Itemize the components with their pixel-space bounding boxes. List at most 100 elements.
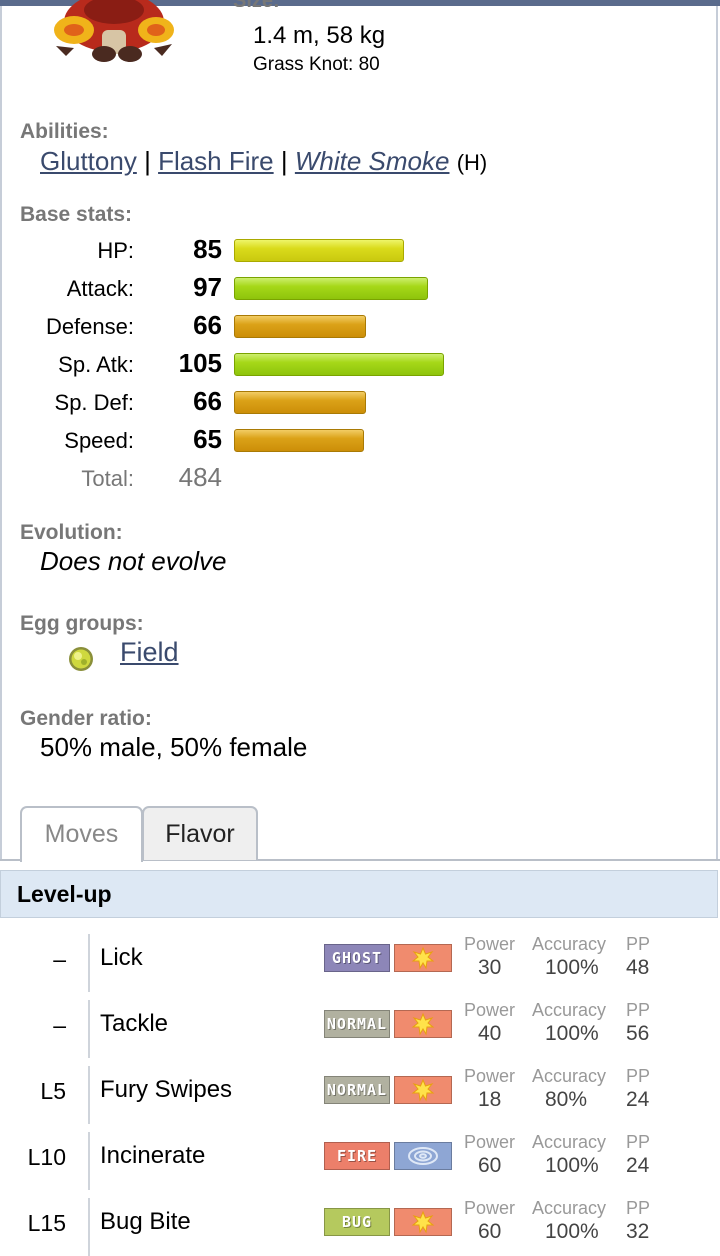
power-header: Power	[464, 934, 516, 954]
type-badge-ghost: GHOST	[324, 944, 390, 972]
move-pp: 56	[626, 1022, 650, 1045]
move-name: Lick	[100, 944, 143, 971]
stat-value: 97	[193, 272, 222, 302]
pp-header: PP	[626, 1198, 651, 1218]
stat-bar	[234, 353, 444, 376]
move-name: Tackle	[100, 1010, 169, 1037]
stat-value: 65	[193, 424, 222, 454]
pp-header: PP	[626, 934, 651, 954]
stat-value: 85	[193, 234, 222, 264]
stat-bar	[234, 315, 366, 338]
ability-separator: |	[280, 146, 288, 176]
type-badge-normal: NORMAL	[324, 1010, 390, 1038]
ability-link-gluttony[interactable]: Gluttony	[40, 146, 137, 176]
hidden-ability-marker: (H)	[456, 150, 488, 175]
move-row[interactable]: – Lick GHOST Power 30 Accuracy 100% PP 4…	[0, 926, 720, 992]
stat-bar	[234, 429, 364, 452]
pp-header: PP	[626, 1000, 651, 1020]
stat-name: Sp. Atk:	[58, 352, 134, 377]
physical-category-icon	[394, 1010, 452, 1038]
accuracy-header: Accuracy	[532, 934, 607, 954]
physical-category-icon	[394, 1208, 452, 1236]
move-accuracy: 80%	[545, 1088, 588, 1111]
section-title: Level-up	[17, 881, 112, 907]
power-header: Power	[464, 1066, 516, 1086]
move-pp: 48	[626, 956, 650, 979]
move-level: –	[53, 1012, 66, 1038]
move-power: 18	[478, 1088, 502, 1111]
accuracy-header: Accuracy	[532, 1198, 607, 1218]
move-divider	[88, 934, 90, 992]
level-up-section-header: Level-up	[0, 870, 718, 918]
stat-value: 66	[193, 386, 222, 416]
active-tab-gap	[22, 859, 141, 861]
stat-value: 66	[193, 310, 222, 340]
power-header: Power	[464, 1198, 516, 1218]
stat-row-speed: Speed: 65	[0, 424, 720, 460]
gender-ratio-label: Gender ratio:	[20, 707, 152, 730]
grass-knot-power: Grass Knot: 80	[253, 54, 380, 75]
move-accuracy: 100%	[545, 1022, 599, 1045]
stat-name: Sp. Def:	[54, 390, 134, 415]
stat-name: HP:	[97, 238, 134, 263]
tab-flavor[interactable]: Flavor	[142, 806, 258, 860]
move-accuracy: 100%	[545, 956, 599, 979]
stat-name: Attack:	[66, 276, 134, 301]
pokemon-sprite-image	[54, 0, 174, 62]
move-name: Bug Bite	[100, 1208, 191, 1235]
physical-category-icon	[394, 944, 452, 972]
physical-category-icon	[394, 1076, 452, 1104]
abilities-list: Gluttony | Flash Fire | White Smoke (H)	[40, 146, 487, 177]
move-name: Fury Swipes	[100, 1076, 233, 1103]
abilities-label: Abilities:	[20, 120, 109, 143]
accuracy-header: Accuracy	[532, 1132, 607, 1152]
evolution-value: Does not evolve	[40, 546, 227, 576]
stat-row-total: Total: 484	[0, 462, 720, 498]
move-row[interactable]: L10 Incinerate FIRE Power 60 Accuracy 10…	[0, 1124, 720, 1190]
move-row[interactable]: L5 Fury Swipes NORMAL Power 18 Accuracy …	[0, 1058, 720, 1124]
move-row[interactable]: L15 Bug Bite BUG Power 60 Accuracy 100% …	[0, 1190, 720, 1256]
accuracy-header: Accuracy	[532, 1066, 607, 1086]
base-stats-label: Base stats:	[20, 203, 133, 226]
ability-link-flash-fire[interactable]: Flash Fire	[158, 146, 274, 176]
size-value: 1.4 m, 58 kg	[253, 22, 386, 49]
type-badge-bug: BUG	[324, 1208, 390, 1236]
ability-link-white-smoke[interactable]: White Smoke	[295, 146, 450, 176]
stat-bar	[234, 239, 404, 262]
move-accuracy: 100%	[545, 1154, 599, 1177]
move-power: 60	[478, 1220, 502, 1243]
tab-moves[interactable]: Moves	[20, 806, 143, 862]
evolution-label: Evolution:	[20, 521, 123, 544]
move-power: 60	[478, 1154, 502, 1177]
move-divider	[88, 1066, 90, 1124]
move-accuracy: 100%	[545, 1220, 599, 1243]
stat-name: Speed:	[64, 428, 134, 453]
egg-groups-label: Egg groups:	[20, 612, 144, 635]
stat-row-sp-def: Sp. Def: 66	[0, 386, 720, 422]
move-level: L15	[27, 1210, 66, 1236]
stat-total-value: 484	[178, 462, 222, 492]
type-badge-fire: FIRE	[324, 1142, 390, 1170]
stat-row-sp-atk: Sp. Atk: 105	[0, 348, 720, 384]
pp-header: PP	[626, 1066, 651, 1086]
stat-total-label: Total:	[81, 466, 134, 491]
move-pp: 24	[626, 1154, 650, 1177]
stat-row-hp: HP: 85	[0, 234, 720, 270]
stat-row-defense: Defense: 66	[0, 310, 720, 346]
move-divider	[88, 1198, 90, 1256]
move-pp: 24	[626, 1088, 650, 1111]
pp-header: PP	[626, 1132, 651, 1152]
power-header: Power	[464, 1000, 516, 1020]
move-level: L10	[27, 1144, 66, 1170]
move-level: L5	[40, 1078, 66, 1104]
move-divider	[88, 1000, 90, 1058]
move-level: –	[53, 946, 66, 972]
type-badge-normal: NORMAL	[324, 1076, 390, 1104]
move-row[interactable]: – Tackle NORMAL Power 40 Accuracy 100% P…	[0, 992, 720, 1058]
stat-row-attack: Attack: 97	[0, 272, 720, 308]
gender-ratio-value: 50% male, 50% female	[40, 732, 308, 762]
special-category-icon	[394, 1142, 452, 1170]
power-header: Power	[464, 1132, 516, 1152]
egg-group-link-field[interactable]: Field	[120, 637, 179, 668]
move-pp: 32	[626, 1220, 650, 1243]
